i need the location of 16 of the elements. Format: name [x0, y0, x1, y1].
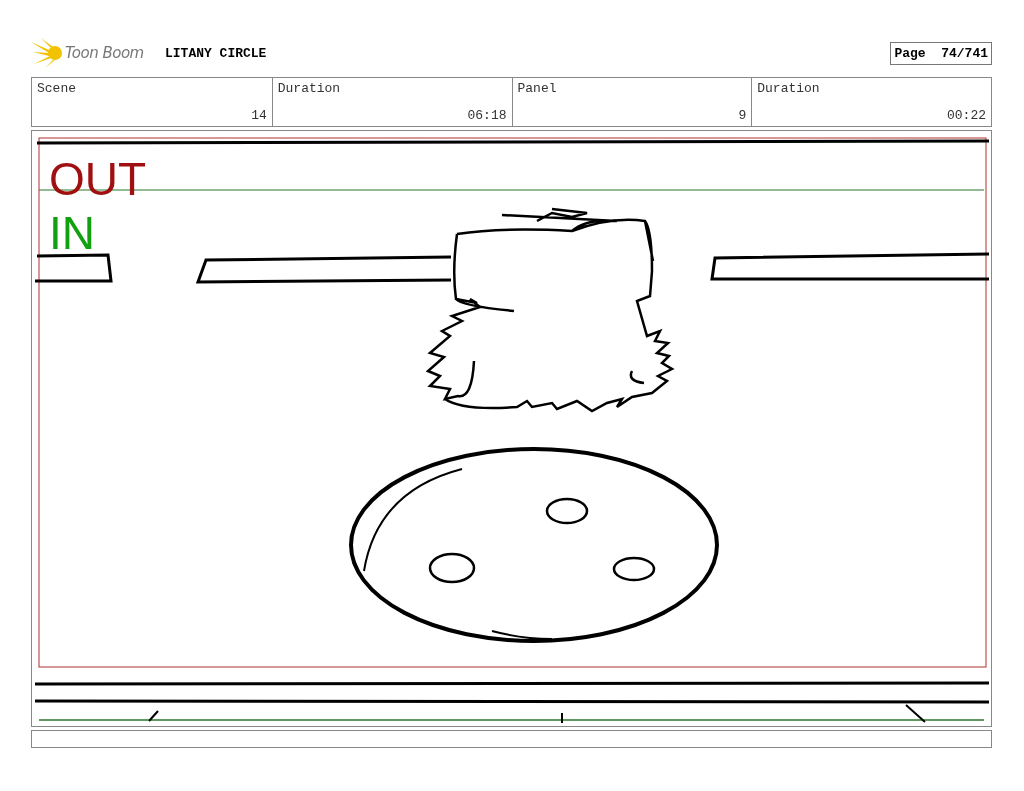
hole-drawing	[545, 497, 589, 525]
hole-drawing	[612, 556, 656, 582]
cell-entry: 14	[251, 108, 267, 123]
marker-label: IN	[49, 207, 95, 259]
cell-entry: 00:22	[947, 108, 986, 123]
page-number: Page 74/741	[890, 41, 992, 65]
logo-text: Toon Boom	[65, 44, 144, 62]
marker-label: OUT	[49, 153, 147, 205]
project-title: LITANY CIRCLE	[165, 45, 267, 61]
cell-heading: Duration	[277, 81, 342, 96]
cell-heading: Duration	[757, 81, 821, 96]
cell-heading: Scene	[37, 81, 77, 96]
cell-entry: 06:18	[467, 108, 507, 123]
cell-entry: 9	[738, 108, 747, 123]
hole-drawing	[428, 552, 476, 584]
cell-heading: Panel	[517, 81, 558, 96]
